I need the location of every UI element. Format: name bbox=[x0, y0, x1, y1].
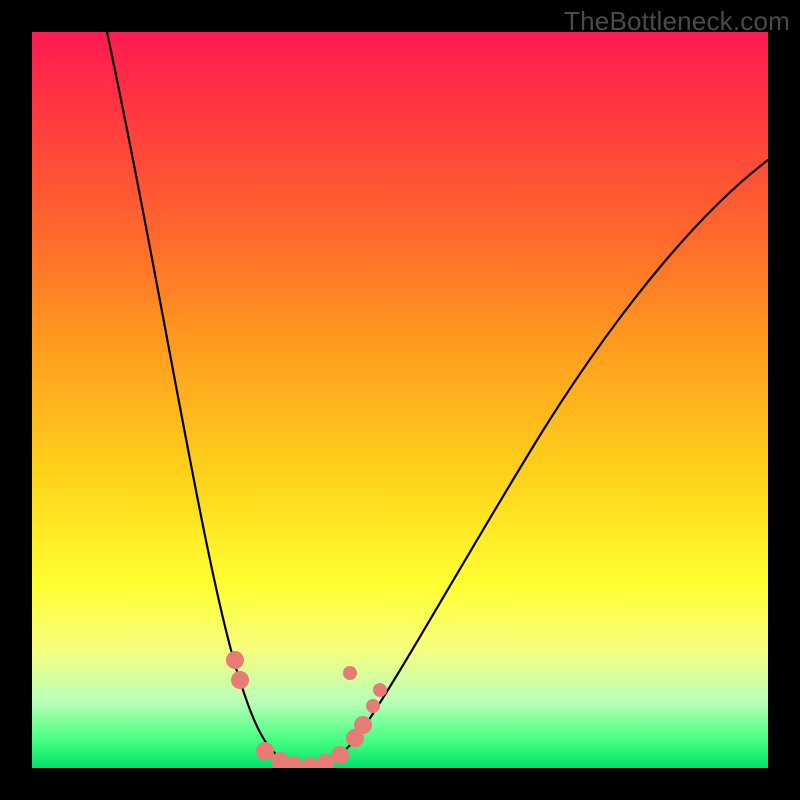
data-dot bbox=[366, 699, 380, 713]
right-curve bbox=[307, 160, 768, 766]
data-dot bbox=[231, 671, 249, 689]
left-curve bbox=[107, 32, 307, 766]
data-dot bbox=[343, 666, 357, 680]
plot-area bbox=[32, 32, 768, 768]
data-dot bbox=[373, 683, 387, 697]
data-dot bbox=[256, 742, 274, 760]
watermark-text: TheBottleneck.com bbox=[564, 6, 790, 37]
curve-overlay bbox=[32, 32, 768, 768]
data-dot bbox=[331, 746, 349, 764]
data-dot bbox=[354, 716, 372, 734]
chart-frame: TheBottleneck.com bbox=[0, 0, 800, 800]
data-dot bbox=[226, 651, 244, 669]
